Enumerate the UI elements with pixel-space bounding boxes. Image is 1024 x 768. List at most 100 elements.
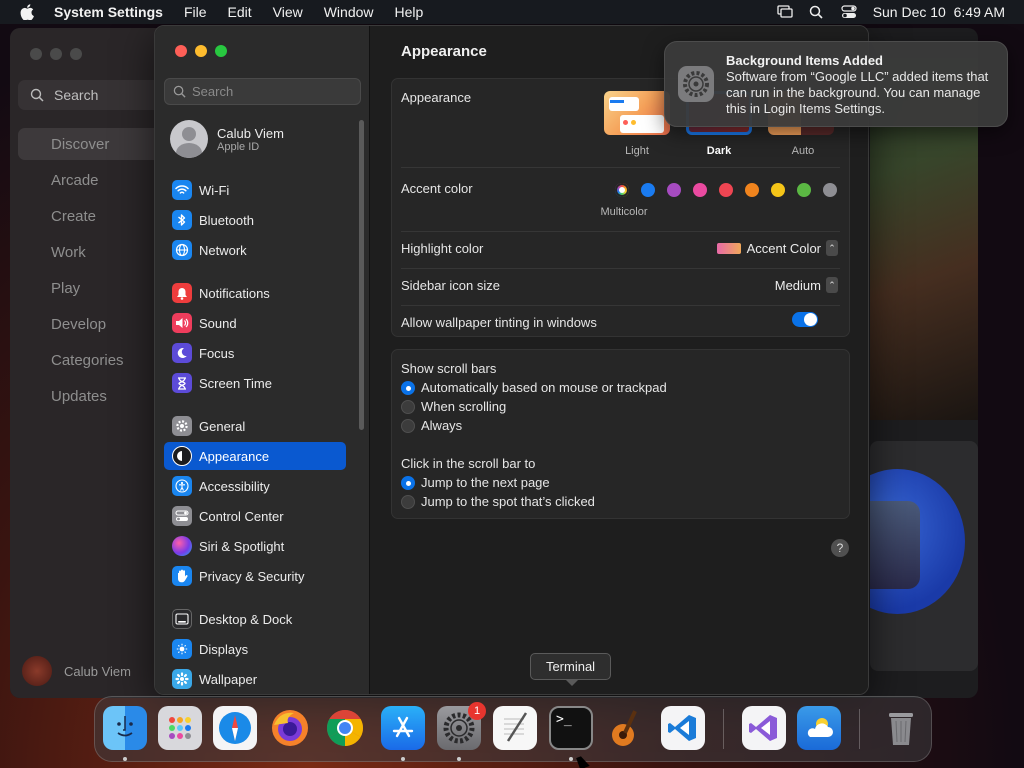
search-icon <box>173 85 186 98</box>
menu-view[interactable]: View <box>273 4 303 20</box>
featured-app-card[interactable] <box>870 441 978 671</box>
accent-swatch-8[interactable] <box>823 183 837 197</box>
notification-banner[interactable]: Background Items Added Software from “Go… <box>664 41 1008 127</box>
nav-label: Focus <box>199 345 235 361</box>
sidebar-item-bluetooth[interactable]: Bluetooth <box>164 206 346 234</box>
sidebar-item-siri-spotlight[interactable]: Siri & Spotlight <box>164 532 346 560</box>
dock-textedit-icon[interactable] <box>493 706 537 750</box>
dock-tooltip: Terminal <box>530 653 611 686</box>
nav-label: Sound <box>199 315 237 331</box>
control-center-icon[interactable] <box>841 5 857 19</box>
radio-jump-to-spot[interactable]: Jump to the spot that’s clicked <box>401 494 595 509</box>
sidebar-item-privacy-security[interactable]: Privacy & Security <box>164 562 346 590</box>
sidebar-item-screen-time[interactable]: Screen Time <box>164 369 346 397</box>
dock-separator <box>859 709 860 749</box>
sidebar-item-desktop-dock[interactable]: Desktop & Dock <box>164 605 346 633</box>
sidebar-item-notifications[interactable]: Notifications <box>164 279 346 307</box>
nav-label: Notifications <box>199 285 270 301</box>
help-button[interactable]: ? <box>831 539 849 557</box>
dock-firefox-icon[interactable] <box>268 706 312 750</box>
apple-logo-icon[interactable] <box>20 4 34 21</box>
zoom-button[interactable] <box>215 45 227 57</box>
radio-scroll-always[interactable]: Always <box>401 418 462 433</box>
sidebar-item-accessibility[interactable]: Accessibility <box>164 472 346 500</box>
sidebar-item-categories[interactable]: Categories <box>51 352 124 369</box>
apple-id-profile[interactable]: Calub Viem Apple ID <box>170 120 284 158</box>
accent-swatch-0[interactable] <box>615 183 629 197</box>
nav-label: Desktop & Dock <box>199 611 293 627</box>
highlight-color-popup[interactable]: Accent Color ⌃ <box>716 240 838 256</box>
dock-vscode-icon[interactable] <box>661 706 705 750</box>
accent-swatch-6[interactable] <box>771 183 785 197</box>
highlight-value: Accent Color <box>746 240 821 256</box>
sidebar-item-play[interactable]: Play <box>51 280 80 297</box>
sidebar-item-updates[interactable]: Updates <box>51 388 107 405</box>
sidebar-item-focus[interactable]: Focus <box>164 339 346 367</box>
sidebar-item-control-center[interactable]: Control Center <box>164 502 346 530</box>
sidebar-item-appearance[interactable]: Appearance <box>164 442 346 470</box>
sidebar-scrollbar[interactable] <box>359 120 364 430</box>
sidebar-item-general[interactable]: General <box>164 412 346 440</box>
sidebar-icon-size-popup[interactable]: Medium ⌃ <box>775 277 838 293</box>
accent-swatch-5[interactable] <box>745 183 759 197</box>
window-close-button[interactable] <box>30 48 42 60</box>
menu-help[interactable]: Help <box>395 4 424 20</box>
radio-label: Always <box>421 418 463 433</box>
radio-label: When scrolling <box>421 399 507 414</box>
menu-window[interactable]: Window <box>324 4 374 20</box>
sidebar-item-discover[interactable]: Discover <box>51 136 109 153</box>
menu-file[interactable]: File <box>184 4 207 20</box>
dock-visual-studio-icon[interactable] <box>742 706 786 750</box>
accent-swatch-4[interactable] <box>719 183 733 197</box>
appearance-option-light[interactable] <box>604 91 670 135</box>
sidebar-item-wifi[interactable]: Wi-Fi <box>164 176 346 204</box>
accent-swatch-3[interactable] <box>693 183 707 197</box>
sidebar-item-wallpaper[interactable]: Wallpaper <box>164 665 346 693</box>
bell-icon <box>172 283 192 303</box>
menubar-clock[interactable]: Sun Dec 10 6:49 AM <box>873 4 1005 20</box>
app-store-account[interactable]: Calub Viem <box>22 656 131 686</box>
dock-finder-icon[interactable] <box>103 706 147 750</box>
page-title: Appearance <box>401 43 487 60</box>
sidebar-item-arcade[interactable]: Arcade <box>51 172 99 189</box>
sidebar-item-sound[interactable]: Sound <box>164 309 346 337</box>
accent-swatch-7[interactable] <box>797 183 811 197</box>
app-store-search-field[interactable]: Search <box>18 80 168 110</box>
radio-scroll-when-scrolling[interactable]: When scrolling <box>401 399 506 414</box>
sidebar-item-network[interactable]: Network <box>164 236 346 264</box>
accent-swatch-2[interactable] <box>667 183 681 197</box>
radio-jump-next-page[interactable]: Jump to the next page <box>401 475 550 490</box>
spotlight-search-icon[interactable] <box>809 5 825 19</box>
radio-indicator <box>401 380 415 395</box>
menu-edit[interactable]: Edit <box>228 4 252 20</box>
running-indicator <box>569 757 573 761</box>
minimize-button[interactable] <box>195 45 207 57</box>
sidebar-icon-size-label: Sidebar icon size <box>401 278 500 293</box>
window-zoom-button[interactable] <box>70 48 82 60</box>
settings-sidebar: Calub Viem Apple ID Wi-Fi Bluetooth Netw… <box>155 26 370 694</box>
settings-search-input[interactable] <box>192 84 352 99</box>
sidebar-item-displays[interactable]: Displays <box>164 635 346 663</box>
control-center-icon <box>172 506 192 526</box>
dock: 1 >_ <box>94 696 932 762</box>
settings-search-field[interactable] <box>164 78 361 105</box>
screen-mirroring-icon[interactable] <box>777 5 793 19</box>
sidebar-icon-size-value: Medium <box>774 277 821 293</box>
dock-terminal-icon[interactable]: >_ <box>549 706 593 750</box>
dock-launchpad-icon[interactable] <box>158 706 202 750</box>
dock-trash-icon[interactable] <box>879 706 923 750</box>
window-minimize-button[interactable] <box>50 48 62 60</box>
dock-safari-icon[interactable] <box>213 706 257 750</box>
dock-chrome-icon[interactable] <box>323 706 367 750</box>
accent-swatch-1[interactable] <box>641 183 655 197</box>
dock-app-store-icon[interactable] <box>381 706 425 750</box>
dock-garageband-icon[interactable] <box>604 706 648 750</box>
sidebar-item-create[interactable]: Create <box>51 208 96 225</box>
close-button[interactable] <box>175 45 187 57</box>
sidebar-item-work[interactable]: Work <box>51 244 86 261</box>
radio-scroll-automatic[interactable]: Automatically based on mouse or trackpad <box>401 380 667 395</box>
sidebar-item-develop[interactable]: Develop <box>51 316 106 333</box>
menu-app-name[interactable]: System Settings <box>54 4 163 20</box>
dock-weather-icon[interactable] <box>797 706 841 750</box>
wallpaper-tinting-toggle[interactable] <box>792 312 818 327</box>
